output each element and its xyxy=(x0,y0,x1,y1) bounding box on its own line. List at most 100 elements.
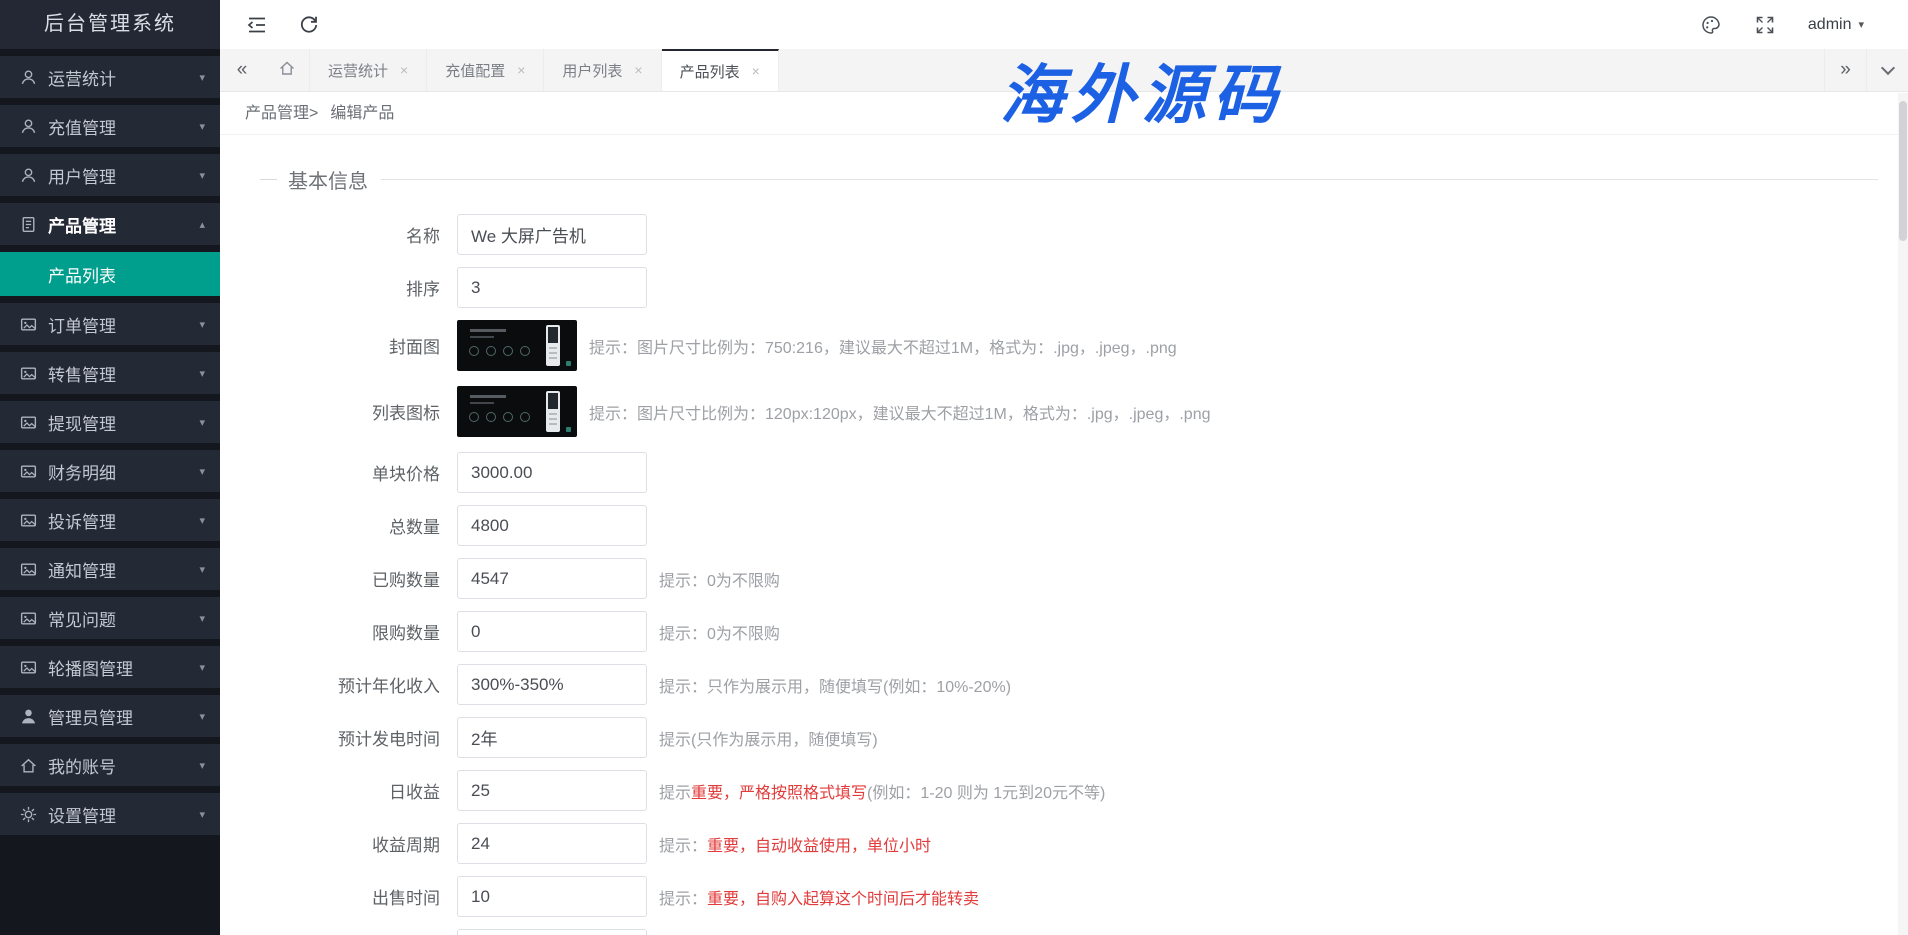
field-label: 预计发电时间 xyxy=(220,725,457,750)
input-annual-return[interactable] xyxy=(457,664,647,705)
form-row-annual-return: 预计年化收入 提示：只作为展示用，随便填写(例如：10%-20%) xyxy=(220,664,1908,705)
product-image-thumbnail[interactable] xyxy=(457,320,577,371)
sidebar-item-my-account[interactable]: 我的账号 ▾ xyxy=(0,744,220,786)
sidebar-item-user-management[interactable]: 用户管理 ▾ xyxy=(0,154,220,196)
field-control xyxy=(457,386,577,437)
close-icon[interactable]: × xyxy=(752,63,760,79)
sidebar-subitem-label: 产品列表 xyxy=(48,262,116,287)
input-income-cycle[interactable] xyxy=(457,823,647,864)
breadcrumb-parent[interactable]: 产品管理> xyxy=(245,105,318,122)
sidebar-item-settings-management[interactable]: 设置管理 ▾ xyxy=(0,793,220,835)
chevron-icon: ▾ xyxy=(199,514,205,527)
form-row-list-icon: 列表图标 提示：图片尺寸比例为：120px:120px，建议最大不超过1M，格式… xyxy=(220,386,1908,437)
image-icon xyxy=(19,510,39,530)
image-icon xyxy=(19,363,39,383)
input-purchased-qty[interactable] xyxy=(457,558,647,599)
chevron-icon: ▾ xyxy=(199,710,205,723)
chevron-icon: ▾ xyxy=(199,661,205,674)
user-outline-icon xyxy=(19,165,39,185)
gear-icon xyxy=(19,804,39,824)
home-icon xyxy=(278,59,296,82)
sidebar-item-banner-management[interactable]: 轮播图管理 ▾ xyxy=(0,646,220,688)
tabs-dropdown-icon[interactable] xyxy=(1866,49,1908,91)
field-hint: 提示重要，严格按照格式填写(例如：1-20 则为 1元到20元不等) xyxy=(659,779,1105,803)
form-row-purchase-rebate: 购买返佣 提示重要，严格按照格式填写(购买后给直推账号返佣)(例如：10元 则填… xyxy=(220,929,1908,935)
admin-dropdown[interactable]: admin ▾ xyxy=(1808,16,1864,34)
field-label: 预计年化收入 xyxy=(220,672,457,697)
field-label: 单块价格 xyxy=(220,460,457,485)
topbar-actions: admin ▾ xyxy=(1700,14,1864,36)
input-sort[interactable] xyxy=(457,267,647,308)
field-control xyxy=(457,929,647,935)
tab-home[interactable] xyxy=(264,49,310,91)
sidebar-item-label: 提现管理 xyxy=(48,410,199,435)
input-product-name[interactable] xyxy=(457,214,647,255)
sidebar-item-label: 产品管理 xyxy=(48,212,199,237)
close-icon[interactable]: × xyxy=(634,62,642,78)
tab-label: 产品列表 xyxy=(680,61,740,82)
field-control xyxy=(457,214,647,255)
field-label: 封面图 xyxy=(220,333,457,358)
sidebar-item-label: 订单管理 xyxy=(48,312,199,337)
sidebar-item-recharge-management[interactable]: 充值管理 ▾ xyxy=(0,105,220,147)
sidebar-item-label: 我的账号 xyxy=(48,753,199,778)
input-total-qty[interactable] xyxy=(457,505,647,546)
tab-user-list[interactable]: 用户列表 × xyxy=(544,49,661,91)
sidebar: 后台管理系统 运营统计 ▾ 充值管理 ▾ 用户管理 ▾ 产品管理 ▴ 产品列表 … xyxy=(0,0,220,935)
sidebar-item-label: 轮播图管理 xyxy=(48,655,199,680)
sidebar-item-finance-details[interactable]: 财务明细 ▾ xyxy=(0,450,220,492)
user-outline-icon xyxy=(19,116,39,136)
sidebar-item-notice-management[interactable]: 通知管理 ▾ xyxy=(0,548,220,590)
sidebar-item-complaint-management[interactable]: 投诉管理 ▾ xyxy=(0,499,220,541)
sidebar-item-label: 用户管理 xyxy=(48,163,199,188)
image-icon xyxy=(19,559,39,579)
sidebar-item-label: 转售管理 xyxy=(48,361,199,386)
sidebar-item-operation-stats[interactable]: 运营统计 ▾ xyxy=(0,56,220,98)
input-daily-income[interactable] xyxy=(457,770,647,811)
product-image-thumbnail[interactable] xyxy=(457,386,577,437)
tab-bar: « 运营统计 × 充值配置 × 用户列表 × 产品列表 × » xyxy=(220,49,1908,92)
breadcrumb-current: 编辑产品 xyxy=(330,105,394,122)
breadcrumb: 产品管理> 编辑产品 xyxy=(220,92,1908,135)
input-sell-time[interactable] xyxy=(457,876,647,917)
chevron-icon: ▾ xyxy=(199,612,205,625)
sidebar-item-withdraw-management[interactable]: 提现管理 ▾ xyxy=(0,401,220,443)
tab-operation-stats[interactable]: 运营统计 × xyxy=(310,49,427,91)
close-icon[interactable]: × xyxy=(517,62,525,78)
theme-palette-icon[interactable] xyxy=(1700,14,1722,36)
home-icon xyxy=(19,755,39,775)
section-title: 基本信息 xyxy=(288,165,368,194)
sidebar-item-product-management[interactable]: 产品管理 ▴ xyxy=(0,203,220,245)
field-label: 列表图标 xyxy=(220,399,457,424)
field-label: 限购数量 xyxy=(220,619,457,644)
collapse-sidebar-icon[interactable] xyxy=(246,14,268,36)
tabs-scroll-left-icon[interactable]: « xyxy=(220,49,264,91)
field-hint: 提示：0为不限购 xyxy=(659,567,780,591)
tab-product-list[interactable]: 产品列表 × xyxy=(662,49,779,91)
input-unit-price[interactable] xyxy=(457,452,647,493)
vertical-scrollbar xyxy=(1898,93,1908,935)
image-icon xyxy=(19,412,39,432)
refresh-icon[interactable] xyxy=(298,14,320,36)
form-row-product-name: 名称 xyxy=(220,214,1908,255)
tab-label: 用户列表 xyxy=(562,60,622,81)
sidebar-item-label: 财务明细 xyxy=(48,459,199,484)
scrollbar-thumb[interactable] xyxy=(1899,101,1907,241)
close-icon[interactable]: × xyxy=(400,62,408,78)
input-limit-qty[interactable] xyxy=(457,611,647,652)
sidebar-item-resale-management[interactable]: 转售管理 ▾ xyxy=(0,352,220,394)
sidebar-subitem-product-list[interactable]: 产品列表 xyxy=(0,252,220,296)
fullscreen-icon[interactable] xyxy=(1754,14,1776,36)
tab-recharge-config[interactable]: 充值配置 × xyxy=(427,49,544,91)
sidebar-item-order-management[interactable]: 订单管理 ▾ xyxy=(0,303,220,345)
input-purchase-rebate[interactable] xyxy=(457,929,647,935)
sidebar-item-faq[interactable]: 常见问题 ▾ xyxy=(0,597,220,639)
sidebar-item-admin-management[interactable]: 管理员管理 ▾ xyxy=(0,695,220,737)
form-row-income-cycle: 收益周期 提示：重要，自动收益使用，单位小时 xyxy=(220,823,1908,864)
tabs-scroll-right-icon[interactable]: » xyxy=(1824,49,1866,91)
field-control xyxy=(457,320,577,371)
input-power-duration[interactable] xyxy=(457,717,647,758)
field-control xyxy=(457,611,647,652)
form-row-total-qty: 总数量 xyxy=(220,505,1908,546)
sidebar-item-label: 投诉管理 xyxy=(48,508,199,533)
